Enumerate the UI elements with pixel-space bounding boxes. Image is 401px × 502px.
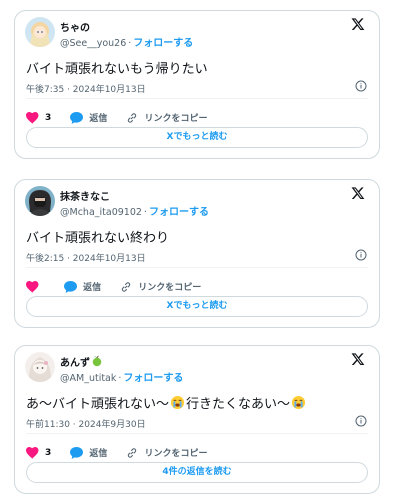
heart-icon	[26, 280, 39, 293]
link-icon	[128, 447, 137, 458]
display-name-text: あんず	[60, 358, 90, 369]
tweet-card: ちゃの @See__you26 · フォローする バイト頑張れないもう帰りたい 午後…	[14, 10, 380, 159]
separator: ·	[143, 207, 147, 218]
heart-icon	[26, 446, 39, 459]
tweet-text: あ〜バイト頑張れない〜 行きたくなあい〜	[26, 393, 307, 412]
tweet-text: バイト頑張れないもう帰りたい	[26, 62, 208, 77]
avatar[interactable]	[25, 17, 55, 47]
tweet-text-part1: あ〜バイト頑張れない〜	[26, 397, 170, 412]
tweet-card: あんず @AM_utitak · フォローする あ〜バイト頑張れない〜 行きたくなあい…	[14, 345, 380, 494]
action-bar: 3 返信 リンクをコピー	[26, 442, 221, 459]
tweet-timestamp[interactable]: 午後7:35 · 2024年10月13日	[26, 82, 146, 95]
read-more-button[interactable]: Xでもっと読む	[26, 296, 368, 317]
avatar[interactable]	[25, 352, 55, 382]
tweet-text-part2: 行きたくなあい〜	[186, 397, 291, 412]
copy-link-label: リンクをコピー	[144, 449, 208, 459]
reply-bubble-icon	[70, 111, 84, 124]
follow-link[interactable]: フォローする	[149, 207, 209, 218]
like-button[interactable]: 3	[26, 446, 52, 459]
crying-face-emoji-icon	[170, 395, 185, 410]
like-count: 3	[45, 112, 52, 123]
tweet-timestamp[interactable]: 午後2:15 · 2024年10月13日	[26, 251, 146, 264]
copy-link-button[interactable]: リンクをコピー	[126, 446, 207, 459]
link-icon	[128, 112, 137, 123]
user-handle[interactable]: @See__you26	[60, 38, 126, 49]
like-count: 3	[45, 447, 52, 458]
tweet-text: バイト頑張れない終わり	[26, 231, 170, 246]
copy-link-button[interactable]: リンクをコピー	[126, 111, 207, 124]
avatar[interactable]	[25, 186, 55, 216]
copy-link-button[interactable]: リンクをコピー	[120, 280, 201, 293]
green-apple-emoji-icon	[92, 355, 102, 367]
copy-link-label: リンクをコピー	[144, 114, 208, 124]
handle-row: @AM_utitak · フォローする	[60, 369, 183, 384]
follow-link[interactable]: フォローする	[123, 373, 183, 384]
tweet-card: 抹茶きなこ @Mcha_ita09102 · フォローする バイト頑張れない終わり …	[14, 179, 380, 328]
x-logo-icon[interactable]	[351, 352, 365, 366]
reply-button[interactable]: 返信	[70, 111, 107, 124]
tweet-timestamp[interactable]: 午前11:30 · 2024年9月30日	[26, 417, 146, 430]
display-name[interactable]: 抹茶きなこ	[60, 188, 110, 203]
reply-button[interactable]: 返信	[70, 446, 107, 459]
info-icon[interactable]	[355, 80, 367, 92]
separator: ·	[118, 373, 122, 384]
reply-label: 返信	[89, 114, 108, 124]
user-handle[interactable]: @AM_utitak	[60, 373, 116, 384]
heart-icon	[26, 111, 39, 124]
x-logo-icon[interactable]	[351, 17, 365, 31]
action-bar: 3 返信 リンクをコピー	[26, 107, 221, 124]
reply-bubble-icon	[70, 446, 84, 459]
reply-button[interactable]: 返信	[64, 280, 101, 293]
read-more-button[interactable]: Xでもっと読む	[26, 127, 368, 148]
x-logo-icon[interactable]	[351, 186, 365, 200]
copy-link-label: リンクをコピー	[138, 283, 202, 293]
like-button[interactable]: 3	[26, 111, 52, 124]
like-button[interactable]	[26, 280, 45, 293]
reply-label: 返信	[83, 283, 102, 293]
display-name[interactable]: ちゃの	[60, 19, 90, 34]
divider	[26, 98, 368, 99]
separator: ·	[128, 38, 132, 49]
info-icon[interactable]	[355, 415, 367, 427]
display-name[interactable]: あんず	[60, 354, 103, 369]
divider	[26, 433, 368, 434]
handle-row: @See__you26 · フォローする	[60, 34, 193, 49]
read-replies-button[interactable]: 4件の返信を読む	[26, 462, 368, 483]
crying-face-emoji-icon	[291, 395, 306, 410]
action-bar: 返信 リンクをコピー	[26, 276, 215, 293]
link-icon	[122, 281, 131, 292]
reply-bubble-icon	[64, 280, 78, 293]
follow-link[interactable]: フォローする	[133, 38, 193, 49]
info-icon[interactable]	[355, 249, 367, 261]
reply-label: 返信	[89, 449, 108, 459]
divider	[26, 267, 368, 268]
user-handle[interactable]: @Mcha_ita09102	[60, 207, 142, 218]
handle-row: @Mcha_ita09102 · フォローする	[60, 203, 209, 218]
